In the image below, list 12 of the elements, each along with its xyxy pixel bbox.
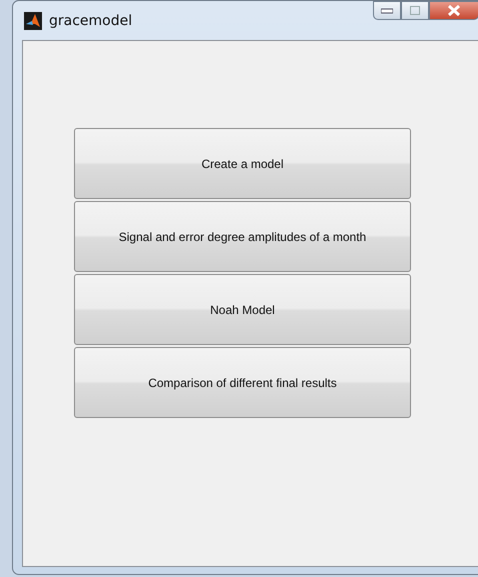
app-logo-icon — [24, 12, 42, 30]
minimize-icon — [381, 8, 393, 14]
push-button[interactable]: Create a model — [74, 128, 411, 199]
push-button[interactable]: Comparison of different final results — [74, 347, 411, 418]
maximize-icon — [410, 6, 420, 15]
minimize-button[interactable] — [373, 1, 401, 20]
maximize-button[interactable] — [401, 1, 429, 20]
close-button[interactable] — [429, 1, 478, 20]
push-button[interactable]: Noah Model — [74, 274, 411, 345]
close-icon — [448, 5, 460, 16]
window-title: gracemodel — [49, 12, 132, 28]
push-button[interactable]: Signal and error degree amplitudes of a month — [74, 201, 411, 272]
